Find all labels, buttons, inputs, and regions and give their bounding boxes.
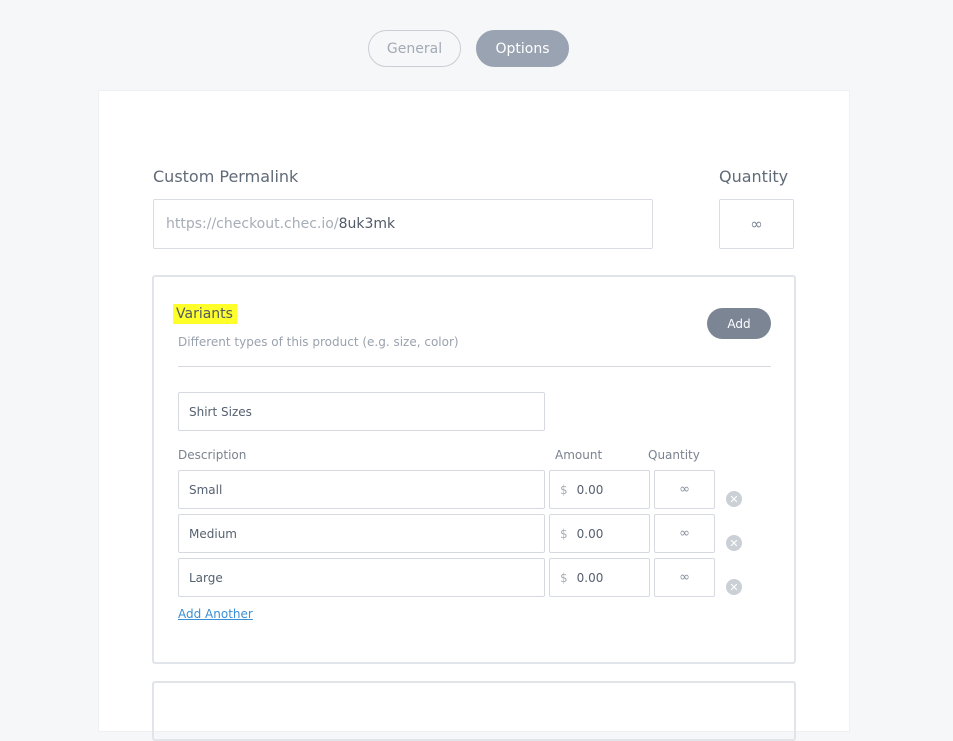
add-variant-button[interactable]: Add <box>707 308 771 339</box>
tab-general[interactable]: General <box>368 30 461 67</box>
permalink-input[interactable]: https://checkout.chec.io/ 8uk3mk <box>153 199 653 249</box>
description-column-header: Description <box>178 448 247 462</box>
close-circle-icon[interactable]: ✕ <box>726 535 742 551</box>
add-another-link[interactable]: Add Another <box>178 607 253 621</box>
tab-options[interactable]: Options <box>476 30 569 67</box>
currency-symbol: $ <box>560 482 568 497</box>
variants-panel: Variants Different types of this product… <box>152 275 796 664</box>
options-card: Custom Permalink Quantity https://checko… <box>99 91 849 741</box>
permalink-value: 8uk3mk <box>338 216 396 232</box>
divider <box>178 366 771 367</box>
variant-description-input[interactable]: Medium <box>178 514 545 553</box>
variant-description-input[interactable]: Large <box>178 558 545 597</box>
permalink-label: Custom Permalink <box>153 167 299 186</box>
variant-quantity-input[interactable]: ∞ <box>654 558 715 597</box>
variant-amount-input[interactable]: $ 0.00 <box>549 558 650 597</box>
currency-symbol: $ <box>560 570 568 585</box>
currency-symbol: $ <box>560 526 568 541</box>
variant-amount-input[interactable]: $ 0.00 <box>549 514 650 553</box>
variant-amount-input[interactable]: $ 0.00 <box>549 470 650 509</box>
close-circle-icon[interactable]: ✕ <box>726 491 742 507</box>
quantity-column-header: Quantity <box>648 448 700 462</box>
tab-bar: General Options <box>368 30 569 67</box>
variants-title: Variants <box>173 304 237 324</box>
variant-quantity-input[interactable]: ∞ <box>654 470 715 509</box>
next-panel <box>152 681 796 741</box>
variant-group-name-input[interactable]: Shirt Sizes <box>178 392 545 431</box>
variant-quantity-input[interactable]: ∞ <box>654 514 715 553</box>
variant-description-input[interactable]: Small <box>178 470 545 509</box>
variant-amount-value: 0.00 <box>576 482 604 497</box>
amount-column-header: Amount <box>555 448 603 462</box>
permalink-prefix: https://checkout.chec.io/ <box>166 216 339 232</box>
variant-amount-value: 0.00 <box>576 526 604 541</box>
quantity-input[interactable]: ∞ <box>719 199 794 249</box>
quantity-label: Quantity <box>719 167 789 186</box>
variant-amount-value: 0.00 <box>576 570 604 585</box>
close-circle-icon[interactable]: ✕ <box>726 579 742 595</box>
variants-description: Different types of this product (e.g. si… <box>178 335 459 349</box>
